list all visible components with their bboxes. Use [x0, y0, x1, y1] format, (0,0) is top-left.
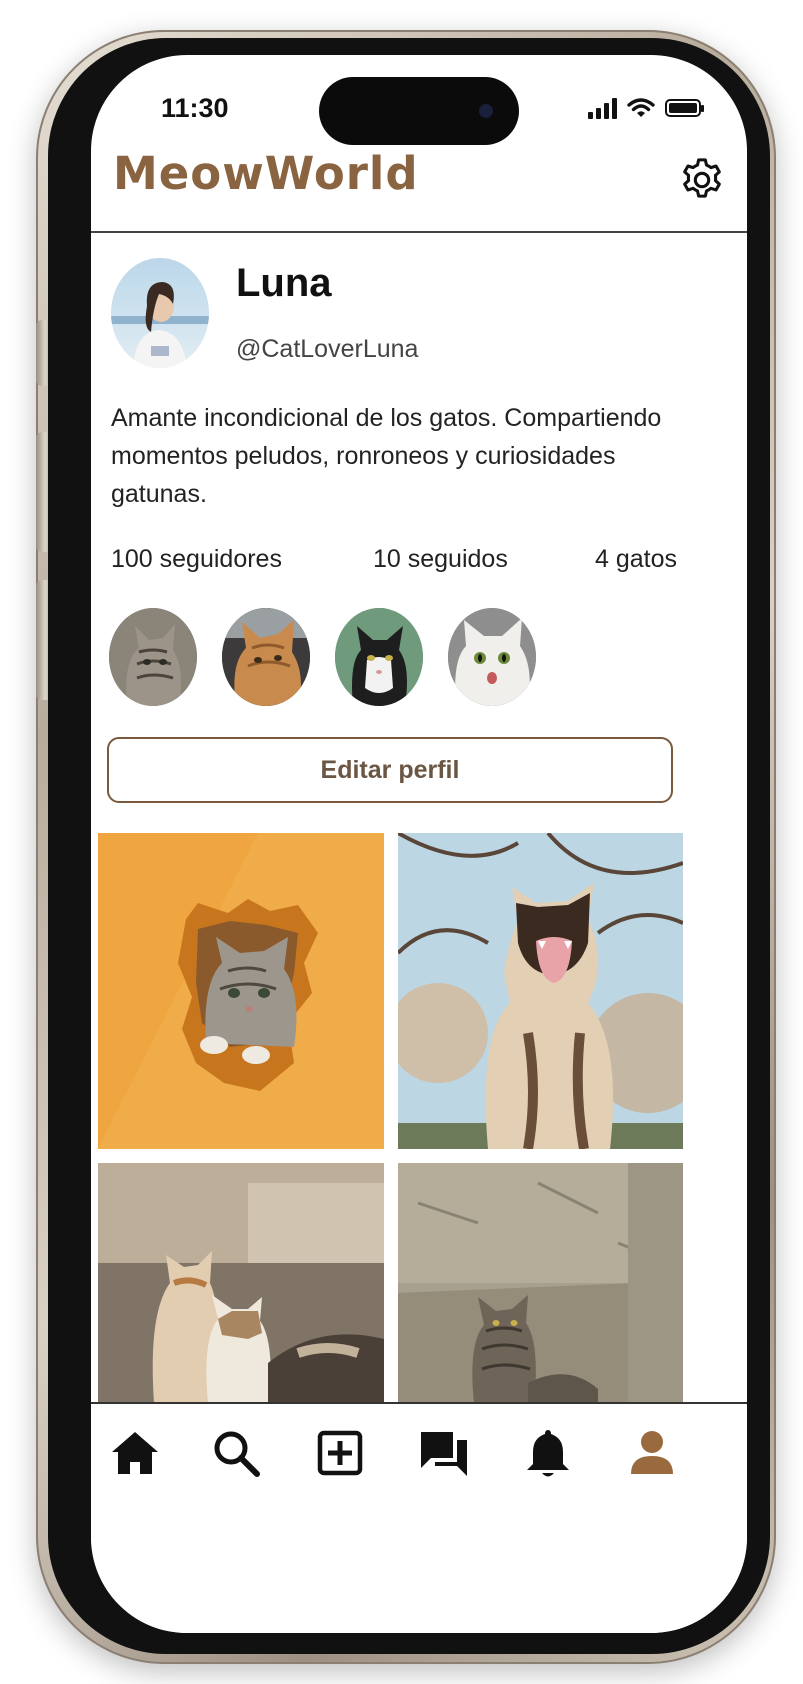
status-icons	[588, 97, 704, 119]
notifications-icon[interactable]	[521, 1426, 575, 1480]
search-icon[interactable]	[209, 1426, 263, 1480]
profile-name: Luna	[236, 261, 332, 305]
header-divider	[91, 231, 747, 233]
battery-icon	[665, 99, 704, 117]
avatar[interactable]	[111, 258, 209, 368]
cats-count[interactable]: 4 gatos	[595, 545, 677, 574]
cellular-signal-icon	[588, 97, 617, 119]
status-time: 11:30	[161, 93, 229, 123]
post-tabby-on-wall[interactable]	[398, 1163, 683, 1403]
add-post-icon[interactable]	[313, 1426, 367, 1480]
app-screen: 11:30 MeowWorld Luna @CatLoverLuna Amant…	[91, 55, 747, 1633]
cat-avatar-white-cat[interactable]	[448, 608, 536, 706]
post-siamese-yawning[interactable]	[398, 833, 683, 1149]
cat-avatar-tuxedo-cat[interactable]	[335, 608, 423, 706]
profile-handle: @CatLoverLuna	[236, 335, 419, 363]
avatar-photo	[111, 282, 209, 368]
profile-icon[interactable]	[625, 1426, 679, 1480]
following-count[interactable]: 10 seguidos	[373, 545, 508, 574]
followers-count[interactable]: 100 seguidores	[111, 545, 282, 574]
profile-bio: Amante incondicional de los gatos. Compa…	[111, 404, 662, 508]
edit-profile-button[interactable]: Editar perfil	[107, 737, 673, 803]
wifi-icon	[627, 98, 655, 117]
app-logo: MeowWorld	[113, 147, 419, 200]
bottom-tab-bar	[91, 1402, 747, 1633]
home-icon[interactable]	[108, 1426, 162, 1480]
post-two-cats-street[interactable]	[98, 1163, 384, 1403]
dynamic-island	[319, 77, 519, 145]
messages-icon[interactable]	[417, 1426, 471, 1480]
cat-avatar-tabby-kitten[interactable]	[109, 608, 197, 706]
cat-avatar-orange-cat[interactable]	[222, 608, 310, 706]
gear-icon[interactable]	[679, 157, 725, 203]
post-cat-in-paper-hole[interactable]	[98, 833, 384, 1149]
